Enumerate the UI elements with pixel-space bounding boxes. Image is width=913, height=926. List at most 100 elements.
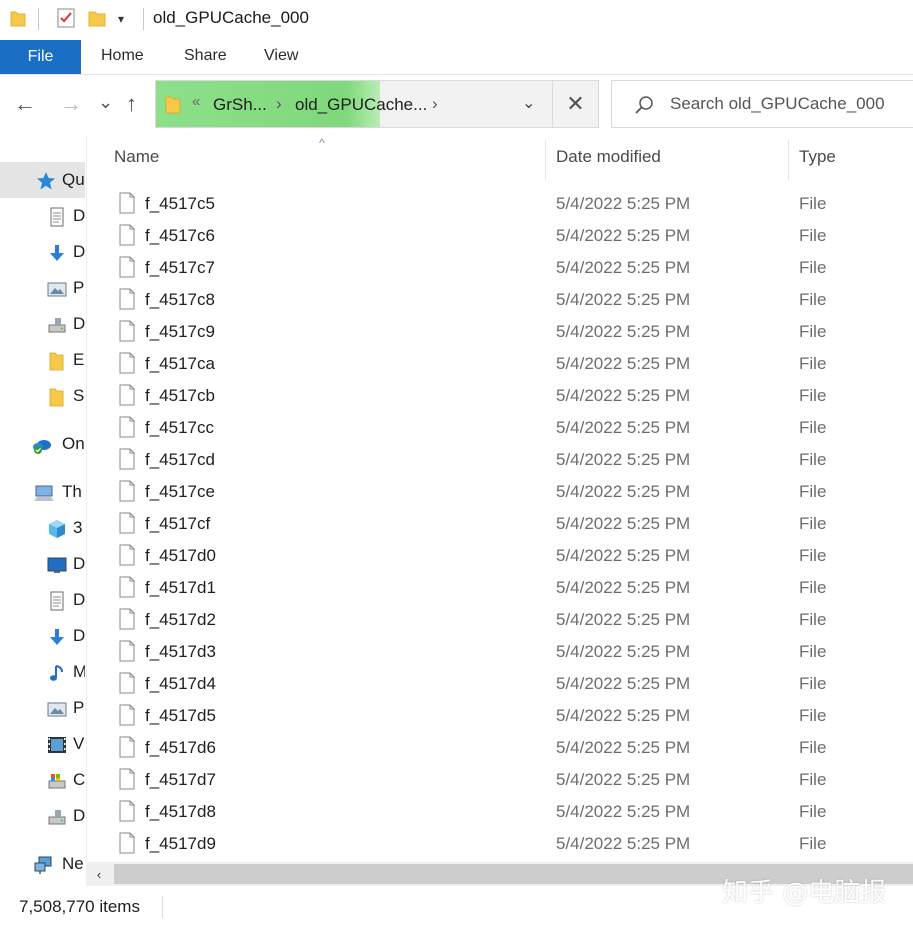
sidebar-item[interactable]: D [0, 546, 85, 582]
sidebar-item[interactable]: D [0, 618, 85, 654]
file-row[interactable]: f_4517c9 5/4/2022 5:25 PM File [87, 316, 913, 348]
sidebar-item[interactable]: D [0, 582, 85, 618]
sidebar-item-label: C [73, 770, 85, 789]
forward-button[interactable]: → [60, 92, 82, 116]
file-name: f_4517d9 [145, 834, 216, 853]
column-header-type[interactable]: Type [799, 136, 909, 178]
column-divider[interactable] [545, 140, 546, 180]
file-date-modified: 5/4/2022 5:25 PM [556, 450, 691, 469]
file-row[interactable]: f_4517cd 5/4/2022 5:25 PM File [87, 444, 913, 476]
sidebar-item[interactable]: Ne [0, 846, 85, 882]
address-dropdown[interactable]: ⌄ [522, 93, 535, 113]
file-row[interactable]: f_4517d9 5/4/2022 5:25 PM File [87, 828, 913, 860]
navigation-pane: Qu D D P D E S On Th 3 D D D M P V C D Ne [0, 160, 85, 886]
file-row[interactable]: f_4517cc 5/4/2022 5:25 PM File [87, 412, 913, 444]
search-input[interactable] [670, 81, 910, 127]
sidebar-item-label: S [73, 386, 85, 405]
sidebar-item[interactable]: D [0, 234, 85, 270]
up-button[interactable]: ↑ [126, 92, 137, 116]
file-row[interactable]: f_4517d2 5/4/2022 5:25 PM File [87, 604, 913, 636]
file-date-modified: 5/4/2022 5:25 PM [556, 738, 691, 757]
file-name: f_4517d6 [145, 738, 216, 757]
tab-view[interactable]: View [264, 47, 298, 65]
file-row[interactable]: f_4517d4 5/4/2022 5:25 PM File [87, 668, 913, 700]
sidebar-item[interactable]: Qu [0, 162, 85, 198]
file-row[interactable]: f_4517d0 5/4/2022 5:25 PM File [87, 540, 913, 572]
sidebar-item-label: Th [62, 482, 82, 501]
file-row[interactable]: f_4517cf 5/4/2022 5:25 PM File [87, 508, 913, 540]
sidebar-item[interactable]: S [0, 378, 85, 414]
file-name: f_4517c7 [145, 258, 215, 277]
onedrive-icon [33, 440, 51, 454]
breadcrumb-grsh[interactable]: GrSh... [213, 95, 267, 115]
properties-icon[interactable] [56, 7, 76, 29]
sidebar-item[interactable]: D [0, 306, 85, 342]
sidebar-item[interactable]: Th [0, 474, 85, 510]
file-row[interactable]: f_4517c7 5/4/2022 5:25 PM File [87, 252, 913, 284]
file-icon [119, 512, 135, 534]
quick-access-dropdown[interactable]: ▾ [118, 12, 124, 26]
search-box[interactable] [611, 80, 913, 128]
chevron-right-icon[interactable]: › [276, 94, 282, 114]
sidebar-item[interactable]: On [0, 426, 85, 462]
clear-address-button[interactable]: ✕ [552, 81, 598, 127]
file-date-modified: 5/4/2022 5:25 PM [556, 322, 691, 341]
column-header-date-modified[interactable]: Date modified [556, 136, 786, 178]
scroll-left-arrow[interactable]: ‹ [86, 862, 112, 886]
file-name: f_4517cb [145, 386, 215, 405]
file-row[interactable]: f_4517d7 5/4/2022 5:25 PM File [87, 764, 913, 796]
sidebar-item-label: D [73, 554, 85, 573]
recent-locations-button[interactable]: ⌄ [98, 90, 113, 114]
file-row[interactable]: f_4517ce 5/4/2022 5:25 PM File [87, 476, 913, 508]
sidebar-item-label: M [73, 662, 85, 681]
file-row[interactable]: f_4517c5 5/4/2022 5:25 PM File [87, 188, 913, 220]
back-button[interactable]: ← [14, 92, 36, 116]
drive-icon [48, 318, 66, 333]
file-row[interactable]: f_4517ca 5/4/2022 5:25 PM File [87, 348, 913, 380]
address-bar[interactable]: « GrSh... › old_GPUCache... › ⌄ ✕ [155, 80, 599, 128]
sidebar-item[interactable]: V [0, 726, 85, 762]
file-icon [119, 544, 135, 566]
file-row[interactable]: f_4517d3 5/4/2022 5:25 PM File [87, 636, 913, 668]
breadcrumb-old-gpucache[interactable]: old_GPUCache... [295, 95, 427, 115]
file-type: File [799, 738, 827, 757]
file-list: ^ Name Date modified Type f_4517c5 5/4/20… [86, 136, 913, 862]
column-header-name[interactable]: Name [114, 136, 544, 178]
sidebar-item-label: P [73, 278, 85, 297]
file-type: File [799, 354, 827, 373]
file-icon [119, 640, 135, 662]
tab-home[interactable]: Home [101, 47, 144, 65]
file-row[interactable]: f_4517c6 5/4/2022 5:25 PM File [87, 220, 913, 252]
sidebar-item[interactable]: D [0, 798, 85, 834]
tab-file[interactable]: File [0, 40, 81, 74]
sidebar-item[interactable]: P [0, 690, 85, 726]
file-row[interactable]: f_4517cb 5/4/2022 5:25 PM File [87, 380, 913, 412]
address-overflow[interactable]: « [192, 93, 200, 110]
file-row[interactable]: f_4517d8 5/4/2022 5:25 PM File [87, 796, 913, 828]
new-folder-icon[interactable] [88, 8, 106, 28]
sidebar-item[interactable]: D [0, 198, 85, 234]
file-row[interactable]: f_4517d6 5/4/2022 5:25 PM File [87, 732, 913, 764]
sidebar-item[interactable]: 3 [0, 510, 85, 546]
sidebar-item[interactable]: M [0, 654, 85, 690]
folder-icon[interactable] [10, 9, 26, 27]
file-name: f_4517d4 [145, 674, 216, 693]
file-icon [119, 672, 135, 694]
tab-share[interactable]: Share [184, 47, 227, 65]
file-icon [119, 704, 135, 726]
file-date-modified: 5/4/2022 5:25 PM [556, 546, 691, 565]
file-row[interactable]: f_4517d5 5/4/2022 5:25 PM File [87, 700, 913, 732]
file-row[interactable]: f_4517c8 5/4/2022 5:25 PM File [87, 284, 913, 316]
file-type: File [799, 770, 827, 789]
sidebar-item[interactable]: C [0, 762, 85, 798]
file-row[interactable]: f_4517d1 5/4/2022 5:25 PM File [87, 572, 913, 604]
chevron-right-icon[interactable]: › [432, 94, 438, 114]
file-name: f_4517cd [145, 450, 215, 469]
pictures-icon [47, 282, 67, 297]
document-icon [50, 591, 64, 611]
column-divider[interactable] [788, 140, 789, 180]
folder-icon [49, 388, 64, 407]
music-icon [50, 665, 63, 681]
sidebar-item[interactable]: P [0, 270, 85, 306]
sidebar-item[interactable]: E [0, 342, 85, 378]
